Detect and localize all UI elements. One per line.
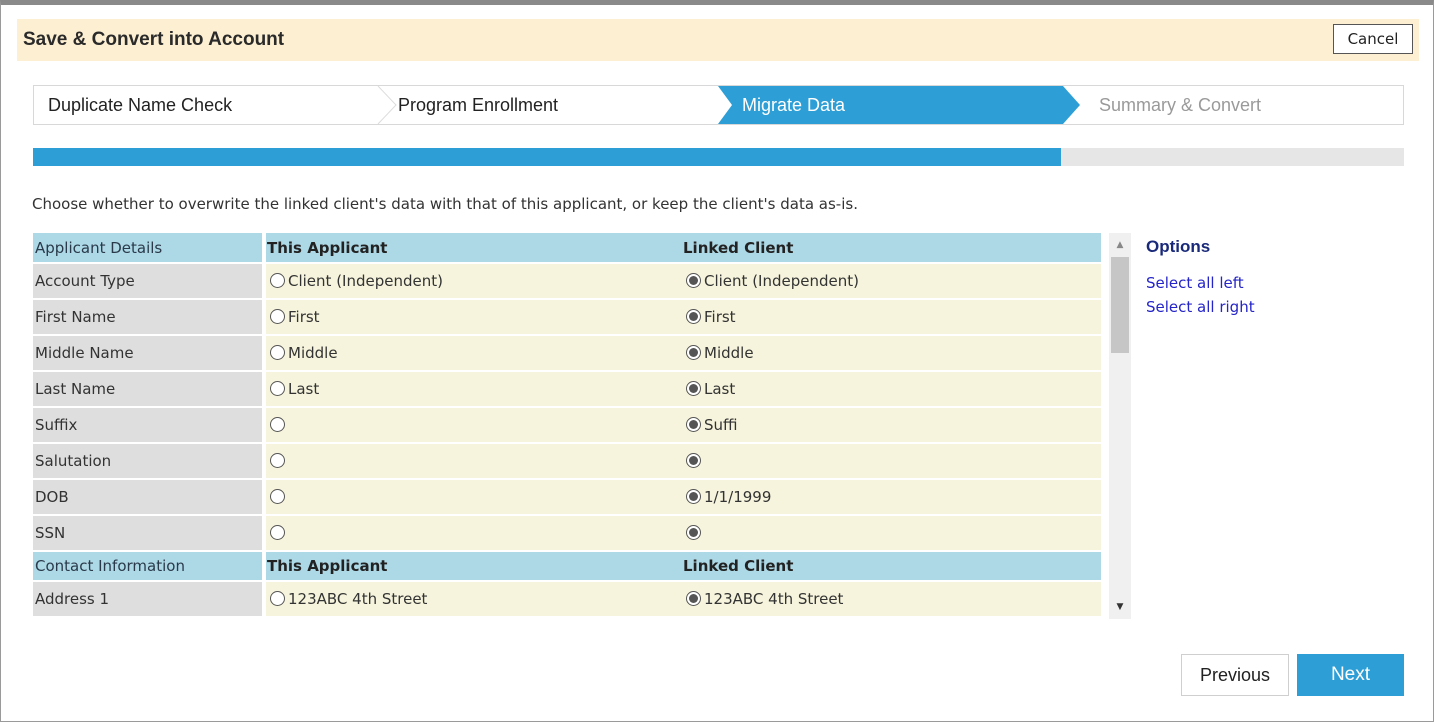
linked-value: Suffi: [704, 416, 738, 434]
step-program-enrollment[interactable]: Program Enrollment: [376, 86, 718, 124]
field-label: Last Name: [33, 371, 266, 408]
cancel-button[interactable]: Cancel: [1333, 24, 1413, 54]
field-label: Suffix: [33, 407, 266, 444]
scroll-down-arrow-icon[interactable]: ▼: [1109, 597, 1131, 617]
section-header-contact-information: Contact Information This Applicant Linke…: [33, 551, 1101, 582]
column-header-linked-client: Linked Client: [678, 233, 1101, 264]
applicant-value: Last: [288, 380, 320, 398]
applicant-radio[interactable]: [270, 345, 285, 360]
field-label: SSN: [33, 515, 266, 552]
wizard-steps: Duplicate Name Check Program Enrollment …: [33, 85, 1404, 125]
table-row: SSN: [33, 515, 1101, 552]
progress-bar: [33, 148, 1404, 166]
field-label: Address 1: [33, 581, 266, 618]
linked-radio[interactable]: [686, 417, 701, 432]
linked-value: 123ABC 4th Street: [704, 590, 844, 608]
linked-radio[interactable]: [686, 345, 701, 360]
applicant-radio[interactable]: [270, 489, 285, 504]
field-label: Salutation: [33, 443, 266, 480]
field-label: DOB: [33, 479, 266, 516]
table-scrollbar[interactable]: ▲ ▼: [1109, 233, 1131, 619]
instructions-text: Choose whether to overwrite the linked c…: [32, 195, 858, 213]
field-label: Account Type: [33, 263, 266, 300]
applicant-value: Client (Independent): [288, 272, 443, 290]
column-header-this-applicant: This Applicant: [264, 551, 678, 582]
linked-radio[interactable]: [686, 489, 701, 504]
applicant-radio[interactable]: [270, 309, 285, 324]
applicant-value: Middle: [288, 344, 338, 362]
migrate-data-table: Applicant Details This Applicant Linked …: [33, 233, 1133, 619]
table-row: Middle Name Middle Middle: [33, 335, 1101, 372]
linked-radio[interactable]: [686, 453, 701, 468]
linked-value: 1/1/1999: [704, 488, 772, 506]
column-header-linked-client: Linked Client: [678, 551, 1101, 582]
section-title: Applicant Details: [33, 233, 266, 264]
linked-value: Last: [704, 380, 736, 398]
options-panel: Options Select all left Select all right: [1146, 237, 1255, 319]
applicant-radio[interactable]: [270, 453, 285, 468]
column-header-this-applicant: This Applicant: [264, 233, 678, 264]
table-row: Salutation: [33, 443, 1101, 480]
field-label: First Name: [33, 299, 266, 336]
select-all-left-link[interactable]: Select all left: [1146, 271, 1255, 295]
step-migrate-data[interactable]: Migrate Data: [718, 86, 1063, 124]
linked-value: First: [704, 308, 736, 326]
scroll-thumb[interactable]: [1111, 257, 1129, 353]
previous-button[interactable]: Previous: [1181, 654, 1289, 696]
dialog-header: Save & Convert into Account Cancel: [17, 19, 1419, 61]
applicant-value: 123ABC 4th Street: [288, 590, 428, 608]
step-duplicate-name-check[interactable]: Duplicate Name Check: [34, 86, 376, 124]
table-row: DOB 1/1/1999: [33, 479, 1101, 516]
applicant-radio[interactable]: [270, 591, 285, 606]
linked-radio[interactable]: [686, 525, 701, 540]
table-row: Last Name Last Last: [33, 371, 1101, 408]
section-header-applicant-details: Applicant Details This Applicant Linked …: [33, 233, 1101, 264]
linked-radio[interactable]: [686, 591, 701, 606]
applicant-radio[interactable]: [270, 381, 285, 396]
applicant-radio[interactable]: [270, 525, 285, 540]
next-button[interactable]: Next: [1297, 654, 1404, 696]
linked-radio[interactable]: [686, 381, 701, 396]
linked-value: Middle: [704, 344, 754, 362]
linked-radio[interactable]: [686, 273, 701, 288]
table-row: Suffix Suffi: [33, 407, 1101, 444]
dialog-frame: Save & Convert into Account Cancel Dupli…: [0, 0, 1434, 722]
table-row: First Name First First: [33, 299, 1101, 336]
table-row: Address 1 123ABC 4th Street 123ABC 4th S…: [33, 581, 1101, 618]
applicant-value: First: [288, 308, 320, 326]
section-title: Contact Information: [33, 551, 266, 582]
applicant-radio[interactable]: [270, 273, 285, 288]
dialog-title: Save & Convert into Account: [23, 29, 285, 50]
table-row: Account Type Client (Independent) Client…: [33, 263, 1101, 300]
step-summary-convert: Summary & Convert: [1099, 94, 1262, 115]
field-label: Middle Name: [33, 335, 266, 372]
options-title: Options: [1146, 237, 1211, 256]
linked-value: Client (Independent): [704, 272, 859, 290]
scroll-up-arrow-icon[interactable]: ▲: [1109, 235, 1131, 255]
progress-fill: [33, 148, 1062, 166]
select-all-right-link[interactable]: Select all right: [1146, 295, 1255, 319]
linked-radio[interactable]: [686, 309, 701, 324]
applicant-radio[interactable]: [270, 417, 285, 432]
